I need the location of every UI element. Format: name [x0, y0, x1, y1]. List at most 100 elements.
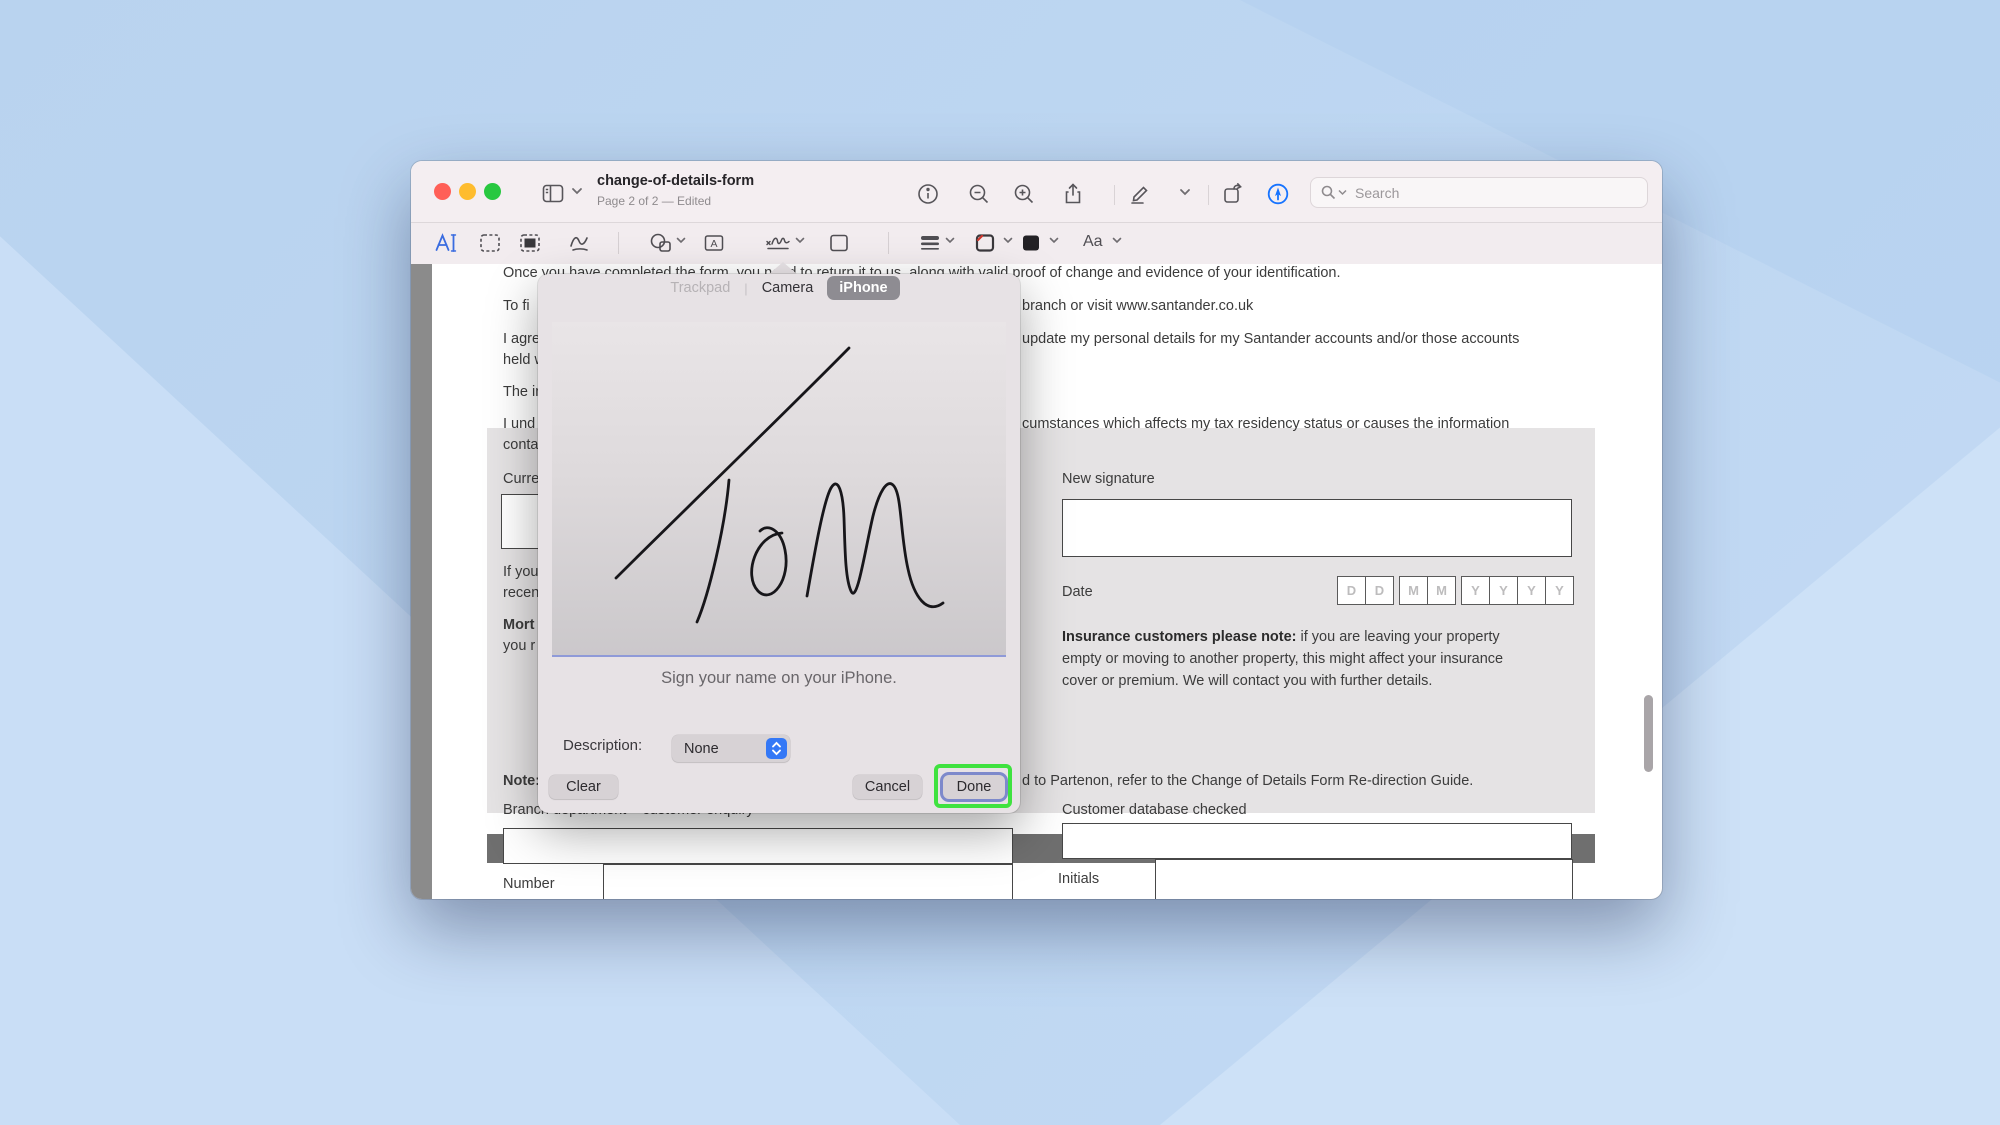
text-style-chevron-icon[interactable]	[1112, 237, 1122, 244]
fill-color-icon[interactable]	[1019, 231, 1043, 255]
date-month-cells: M M	[1399, 576, 1456, 605]
fill-color-chevron-icon[interactable]	[1049, 237, 1059, 244]
done-highlight-annotation	[934, 764, 1012, 808]
search-scope-chevron-icon	[1338, 189, 1347, 196]
shapes-icon[interactable]	[649, 231, 673, 255]
text-style-icon[interactable]: Aa	[1083, 233, 1103, 251]
date-day-cells: D D	[1337, 576, 1394, 605]
doc-line: To fi	[503, 298, 530, 314]
insurance-note-line3: cover or premium. We will contact you wi…	[1062, 673, 1432, 689]
info-icon[interactable]	[916, 182, 940, 206]
border-color-icon[interactable]	[973, 231, 997, 255]
insurance-note-line2: empty or moving to another property, thi…	[1062, 651, 1503, 667]
markup-divider	[888, 232, 889, 254]
border-color-chevron-icon[interactable]	[1003, 237, 1013, 244]
date-cell: M	[1400, 577, 1427, 604]
window-title: change-of-details-form	[597, 173, 754, 189]
clear-button[interactable]: Clear	[549, 775, 618, 799]
annotate-chevron-icon[interactable]	[1179, 188, 1191, 196]
number-label: Number	[503, 876, 555, 892]
sign-prompt: Sign your name on your iPhone.	[538, 669, 1020, 688]
vertical-scrollbar[interactable]	[1644, 695, 1653, 772]
date-label: Date	[1062, 584, 1093, 600]
markup-toolbar: A	[411, 223, 1662, 265]
doc-line: d to Partenon, refer to the Change of De…	[1022, 773, 1473, 789]
doc-line: If you	[503, 564, 538, 580]
tab-trackpad[interactable]: Trackpad	[658, 276, 742, 300]
sidebar-chevron-icon[interactable]	[571, 187, 583, 195]
signature-icon[interactable]	[764, 231, 788, 255]
redact-icon[interactable]	[518, 231, 542, 255]
toolbar-divider	[1114, 185, 1115, 205]
shapes-chevron-icon[interactable]	[676, 237, 686, 244]
description-label: Description:	[563, 737, 642, 754]
number-field	[603, 864, 1013, 899]
doc-line: conta	[503, 437, 538, 453]
preview-window: change-of-details-form Page 2 of 2 — Edi…	[411, 161, 1662, 899]
title-bar: change-of-details-form Page 2 of 2 — Edi…	[411, 161, 1662, 223]
doc-line: recen	[503, 585, 539, 601]
customer-db-label: Customer database checked	[1062, 802, 1247, 818]
search-icon	[1321, 185, 1336, 200]
doc-line: cumstances which affects my tax residenc…	[1022, 416, 1509, 432]
date-cell: D	[1338, 577, 1365, 604]
signature-chevron-icon[interactable]	[795, 237, 805, 244]
zoom-window-button[interactable]	[484, 183, 501, 200]
signature-source-tabs: Trackpad | Camera iPhone	[538, 274, 1020, 302]
branch-dept-field	[503, 828, 1013, 864]
insurance-note-line1: Insurance customers please note: if you …	[1062, 629, 1500, 645]
text-box-glyph: A	[710, 238, 717, 250]
new-signature-label: New signature	[1062, 471, 1155, 487]
sidebar-toggle-icon[interactable]	[541, 182, 565, 206]
markup-toolbar-toggle-icon[interactable]	[1266, 182, 1290, 206]
date-cell: Y	[1462, 577, 1489, 604]
search-placeholder: Search	[1355, 185, 1399, 201]
insurance-note-rest: if you are leaving your property	[1297, 629, 1500, 645]
note-label: Note:	[503, 773, 540, 789]
signature-drawing	[552, 322, 1006, 653]
doc-line: I agre	[503, 331, 540, 347]
doc-line: Mort	[503, 617, 534, 633]
doc-line: branch or visit www.santander.co.uk	[1022, 298, 1253, 314]
date-cell: Y	[1545, 577, 1573, 604]
dropdown-stepper-icon	[766, 738, 787, 759]
customer-db-field	[1062, 823, 1572, 859]
sketch-icon[interactable]	[568, 231, 592, 255]
window-subtitle: Page 2 of 2 — Edited	[597, 194, 711, 208]
signature-popover: Trackpad | Camera iPhone Sign your name …	[538, 274, 1020, 813]
new-signature-field	[1062, 499, 1572, 557]
description-value: None	[684, 741, 719, 757]
note-icon[interactable]	[827, 231, 851, 255]
shape-style-icon[interactable]	[918, 231, 942, 255]
zoom-out-icon[interactable]	[967, 182, 991, 206]
signature-canvas[interactable]	[552, 322, 1006, 657]
annotate-pen-icon[interactable]	[1128, 182, 1152, 206]
doc-line: you r	[503, 638, 535, 654]
date-cell: Y	[1489, 577, 1517, 604]
rotate-left-icon[interactable]	[1221, 182, 1245, 206]
shape-style-chevron-icon[interactable]	[945, 237, 955, 244]
tab-camera[interactable]: Camera	[750, 276, 826, 300]
search-input[interactable]: Search	[1310, 177, 1648, 208]
toolbar-divider	[1208, 185, 1209, 205]
zoom-in-icon[interactable]	[1012, 182, 1036, 206]
tab-iphone[interactable]: iPhone	[827, 276, 899, 300]
rectangle-selection-icon[interactable]	[478, 231, 502, 255]
initials-field	[1155, 859, 1573, 899]
description-dropdown[interactable]: None	[672, 735, 790, 762]
doc-line: update my personal details for my Santan…	[1022, 331, 1519, 347]
initials-label: Initials	[1058, 871, 1099, 887]
date-year-cells: Y Y Y Y	[1461, 576, 1574, 605]
cancel-button[interactable]: Cancel	[853, 775, 922, 799]
tab-separator: |	[744, 281, 747, 296]
minimize-window-button[interactable]	[459, 183, 476, 200]
doc-line: I und	[503, 416, 535, 432]
date-cell: D	[1365, 577, 1393, 604]
close-window-button[interactable]	[434, 183, 451, 200]
share-icon[interactable]	[1061, 182, 1085, 206]
markup-divider	[618, 232, 619, 254]
text-selection-icon[interactable]	[434, 231, 458, 255]
doc-line: Curre	[503, 471, 539, 487]
date-cell: M	[1427, 577, 1455, 604]
text-box-icon[interactable]: A	[702, 231, 726, 255]
